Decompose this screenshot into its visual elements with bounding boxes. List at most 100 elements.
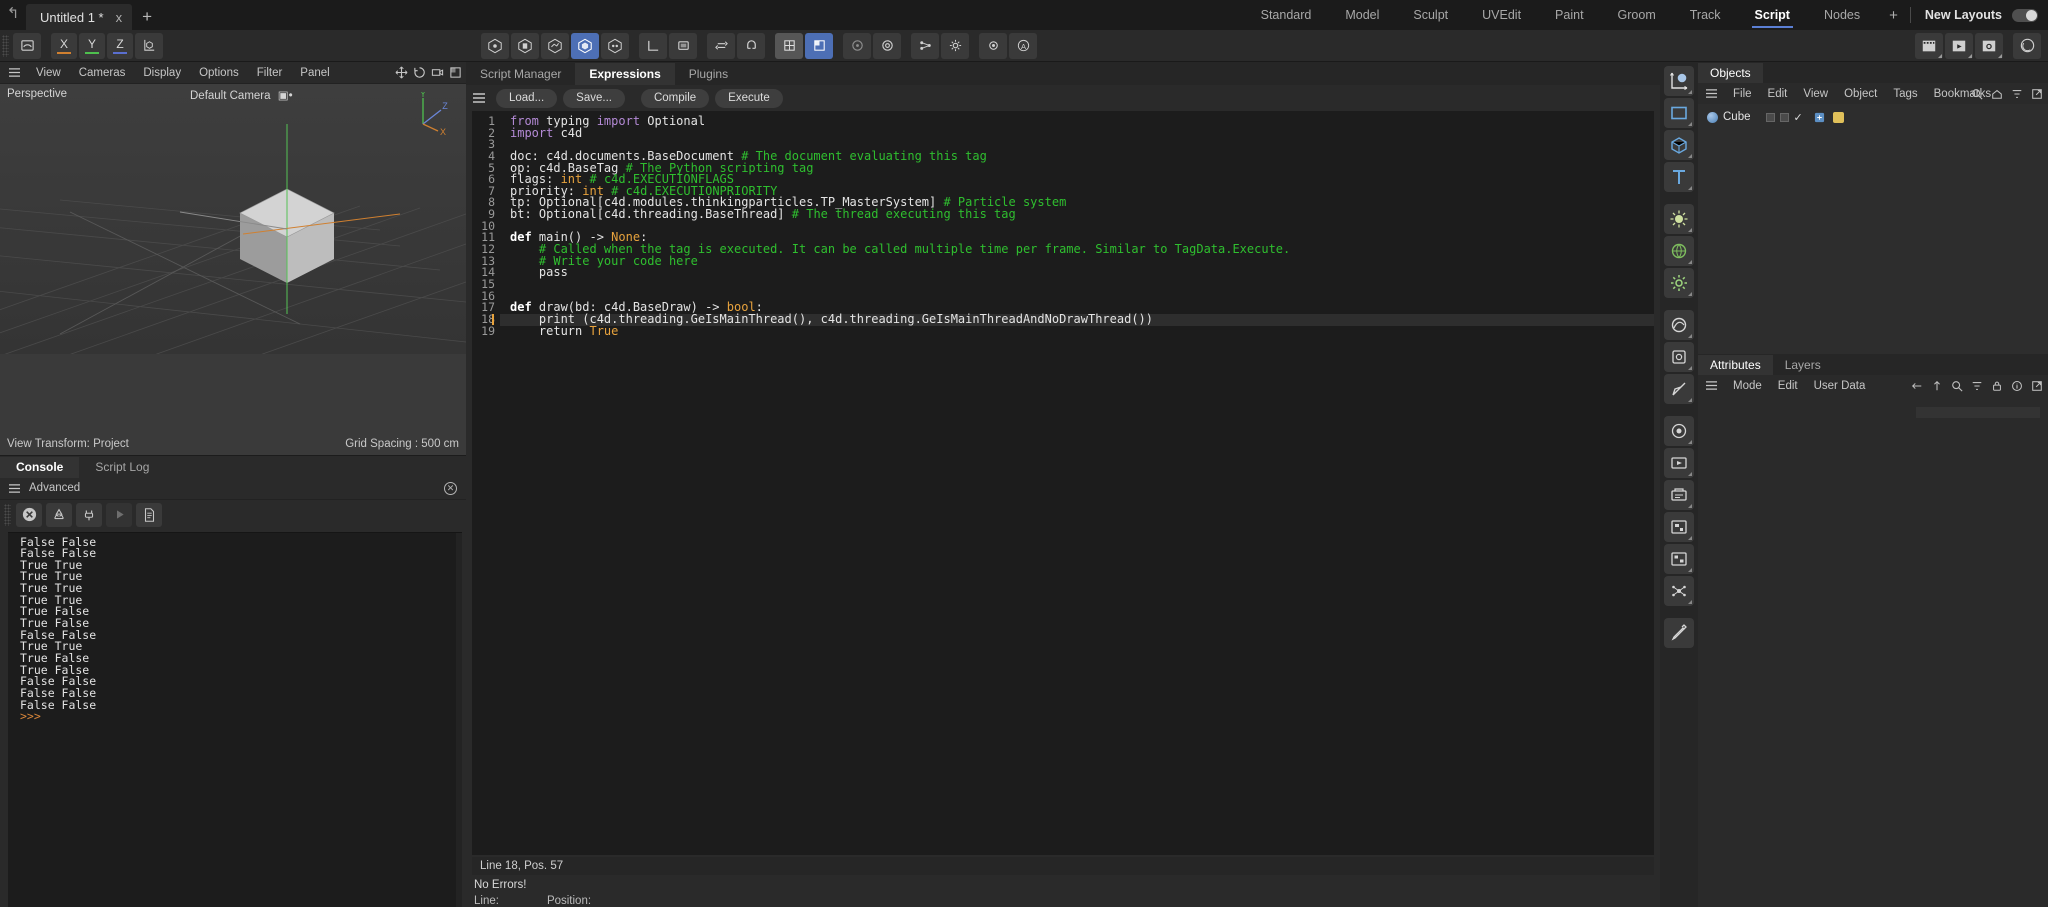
tag-color-swatch[interactable] <box>1832 111 1844 123</box>
code-line[interactable] <box>510 279 1654 291</box>
toolbar-grip[interactable] <box>2 34 9 57</box>
code-line[interactable]: print (c4d.threading.GeIsMainThread(), c… <box>492 313 1654 326</box>
attributes-menu-icon[interactable] <box>1698 380 1725 391</box>
tab-script-log[interactable]: Script Log <box>79 457 165 478</box>
clear-console-icon[interactable] <box>16 502 42 527</box>
tab-script-manager[interactable]: Script Manager <box>466 63 575 85</box>
particles-icon[interactable] <box>1664 576 1694 606</box>
code-line[interactable] <box>510 221 1654 233</box>
tab-layers[interactable]: Layers <box>1773 355 1833 375</box>
layout-tab-standard[interactable]: Standard <box>1244 0 1329 30</box>
code-line[interactable]: from typing import Optional <box>510 115 1654 128</box>
up-arrow-icon[interactable] <box>1931 380 1943 392</box>
visibility-checkbox[interactable] <box>1765 112 1775 122</box>
console-scrollbar[interactable] <box>456 532 462 907</box>
list-item[interactable]: Cube ✓ <box>1698 108 2048 126</box>
objects-menu-view[interactable]: View <box>1795 88 1836 100</box>
code-line[interactable]: bt: Optional[c4d.threading.BaseThread] #… <box>510 208 1654 221</box>
code-line[interactable]: import c4d <box>510 127 1654 140</box>
rectangle-icon[interactable] <box>1664 98 1694 128</box>
light-green-icon[interactable] <box>1664 204 1694 234</box>
scene-nodes-icon[interactable] <box>1664 512 1694 542</box>
simulation-icon[interactable] <box>1664 448 1694 478</box>
axis-lock-z[interactable]: Z <box>107 32 133 59</box>
document-tab[interactable]: Untitled 1 * x <box>26 4 133 30</box>
array-icon[interactable] <box>911 32 939 59</box>
render-queue-icon[interactable] <box>1664 480 1694 510</box>
render-settings-icon[interactable] <box>541 32 569 59</box>
popout-icon[interactable] <box>2031 380 2043 392</box>
attributes-menu-edit[interactable]: Edit <box>1770 380 1806 392</box>
text-tool-icon[interactable]: A <box>1009 32 1037 59</box>
console-menu-icon[interactable] <box>0 483 29 494</box>
new-document-tab-button[interactable]: + <box>132 4 162 30</box>
cloner-icon[interactable] <box>1664 416 1694 446</box>
objects-menu-object[interactable]: Object <box>1836 88 1885 100</box>
attributes-menu-mode[interactable]: Mode <box>1725 380 1770 392</box>
info-icon[interactable] <box>2011 380 2023 392</box>
viewport-menu-display[interactable]: Display <box>134 62 190 84</box>
scale-mode-icon[interactable] <box>669 32 697 59</box>
code-editor[interactable]: 1 2 3 4 5 6 7 8 9 10 11 12 13 14 15 16 17 18 19 from typin… <box>472 111 1654 855</box>
search-icon[interactable] <box>1951 380 1963 392</box>
attributes-body[interactable] <box>1698 396 2048 907</box>
polygon-icon[interactable] <box>1664 342 1694 372</box>
objects-menu-tags[interactable]: Tags <box>1885 88 1925 100</box>
spline-icon[interactable] <box>1664 310 1694 340</box>
render-view-icon[interactable] <box>481 32 509 59</box>
quantize-icon[interactable] <box>843 32 871 59</box>
rotate-view-icon[interactable] <box>413 66 426 79</box>
tag-icon[interactable] <box>1814 112 1825 123</box>
objects-list[interactable]: Cube ✓ <box>1698 104 2048 354</box>
layout-tab-model[interactable]: Model <box>1328 0 1396 30</box>
code-content[interactable]: from typing import Optional import c4d do… <box>492 111 1654 855</box>
layout-tab-paint[interactable]: Paint <box>1538 0 1601 30</box>
search-icon[interactable] <box>1971 88 1983 100</box>
close-icon[interactable]: ✕ <box>444 481 457 495</box>
play-icon[interactable] <box>106 502 132 527</box>
attributes-menu-userdata[interactable]: User Data <box>1806 380 1874 392</box>
move-tool-icon[interactable] <box>395 66 408 79</box>
objects-menu-edit[interactable]: Edit <box>1760 88 1796 100</box>
viewport-menu-icon[interactable] <box>0 67 27 78</box>
recycle-icon[interactable] <box>46 502 72 527</box>
deformer-icon[interactable] <box>873 32 901 59</box>
render-region-icon[interactable] <box>511 32 539 59</box>
code-line[interactable]: return True <box>510 325 1654 338</box>
popout-icon[interactable] <box>2031 88 2043 100</box>
layout-tab-track[interactable]: Track <box>1673 0 1738 30</box>
add-layout-button[interactable]: + <box>1877 7 1910 24</box>
close-icon[interactable]: x <box>116 10 123 25</box>
lock-icon[interactable] <box>1991 380 2003 392</box>
new-layouts-toggle[interactable] <box>2012 8 2038 22</box>
axis-sphere-icon[interactable] <box>1664 66 1694 96</box>
console-output[interactable]: False False False False True True True T… <box>8 531 462 907</box>
filter-icon[interactable] <box>2011 88 2023 100</box>
knife-icon[interactable] <box>1664 374 1694 404</box>
scene-manager-icon[interactable] <box>1664 544 1694 574</box>
execute-button[interactable]: Execute <box>715 88 783 108</box>
script-menu-icon[interactable] <box>472 92 490 104</box>
filter-icon[interactable] <box>1971 380 1983 392</box>
save-button[interactable]: Save... <box>563 88 625 108</box>
rotate-icon[interactable] <box>707 32 735 59</box>
layout-tab-groom[interactable]: Groom <box>1601 0 1673 30</box>
timeline-settings-icon[interactable] <box>1975 32 2003 59</box>
gear-icon[interactable] <box>1664 268 1694 298</box>
environment-icon[interactable] <box>1664 236 1694 266</box>
timeline-icon[interactable] <box>1915 32 1943 59</box>
axis-lock-x[interactable]: X <box>51 32 77 59</box>
compile-button[interactable]: Compile <box>640 88 710 108</box>
viewport-menu-filter[interactable]: Filter <box>248 62 292 84</box>
objects-menu-icon[interactable] <box>1698 88 1725 99</box>
console-toolbar-grip[interactable] <box>4 503 11 526</box>
workplane-icon[interactable] <box>775 32 803 59</box>
pen-icon[interactable] <box>1664 618 1694 648</box>
render-queue-icon[interactable] <box>601 32 629 59</box>
console-prompt[interactable]: >>> <box>20 711 462 723</box>
axis-lock-y[interactable]: Y <box>79 32 105 59</box>
plug-icon[interactable] <box>76 502 102 527</box>
light-icon[interactable] <box>979 32 1007 59</box>
back-arrow-icon[interactable] <box>1911 380 1923 392</box>
layout-tab-uvedit[interactable]: UVEdit <box>1465 0 1538 30</box>
